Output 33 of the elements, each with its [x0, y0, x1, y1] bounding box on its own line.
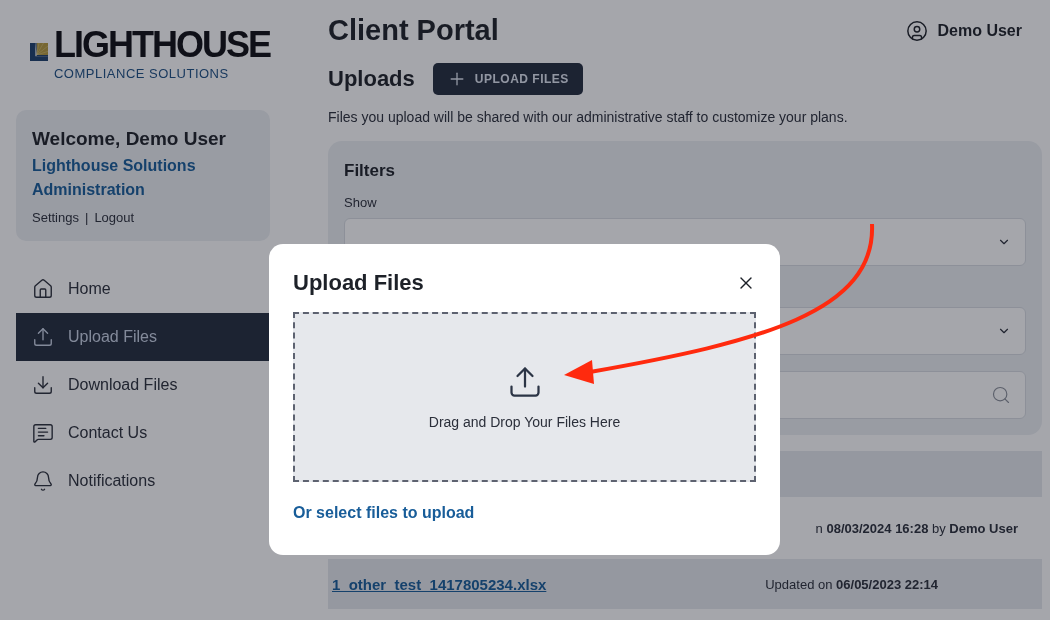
upload-files-button[interactable]: UPLOAD FILES [432, 63, 583, 95]
sidebar-nav-item[interactable]: Contact Us [16, 409, 270, 457]
field-label: Show [344, 195, 378, 210]
dialog-title: Upload Files [293, 270, 424, 296]
user-menu[interactable]: Demo User [905, 19, 1042, 42]
logout-link[interactable]: Logout [94, 210, 135, 225]
drop-zone[interactable]: Drag and Drop Your Files Here [293, 312, 756, 482]
upload-icon [32, 326, 54, 348]
organization-link[interactable]: Lighthouse Solutions Administration [32, 154, 202, 202]
file-meta: n 08/03/2024 16:28 by Demo User [815, 520, 1018, 536]
settings-link[interactable]: Settings [32, 210, 79, 225]
search-icon [991, 385, 1011, 405]
sidebar-nav-item[interactable]: Home [16, 265, 270, 313]
welcome-heading: Welcome, Demo User [32, 128, 227, 150]
filters-title: Filters [344, 161, 397, 181]
logo-wordmark: LIGHTHOUSE [54, 23, 270, 66]
select-files-link[interactable]: Or select files to upload [293, 504, 475, 522]
sidebar-nav-item[interactable]: Download Files [16, 361, 270, 409]
user-icon [905, 19, 928, 42]
bell-icon [32, 470, 54, 492]
download-icon [32, 374, 54, 396]
link-separator: | [85, 210, 89, 225]
home-icon [32, 278, 54, 300]
page-title: Client Portal [328, 14, 499, 47]
logo-tagline: COMPLIANCE SOLUTIONS [54, 65, 230, 81]
chat-icon [32, 422, 54, 444]
sidebar-nav-item[interactable]: Upload Files [16, 313, 270, 361]
file-meta: Updated on 06/05/2023 22:14 [765, 576, 938, 592]
section-title: Uploads [328, 66, 415, 92]
sidebar-nav-item[interactable]: Notifications [16, 457, 270, 505]
drop-zone-text: Drag and Drop Your Files Here [428, 414, 621, 430]
section-description: Files you upload will be shared with our administrative staff to customize your plans. [328, 109, 849, 125]
file-link[interactable]: 1_other_test_1417805234.xlsx [332, 575, 547, 593]
